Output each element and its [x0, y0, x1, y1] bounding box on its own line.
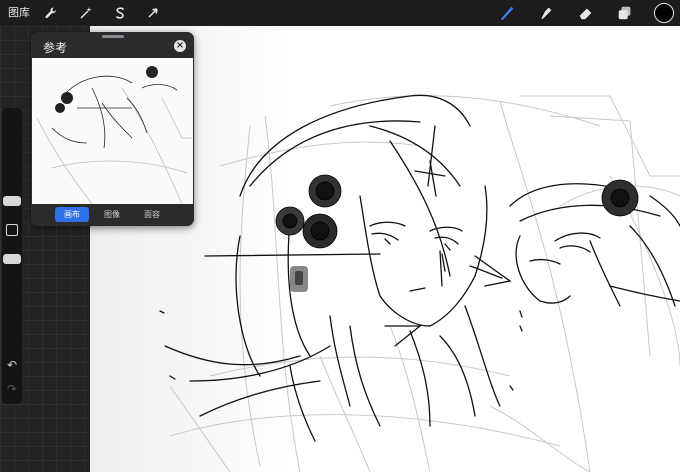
close-icon[interactable]: ×	[174, 40, 186, 52]
tab-face[interactable]: 面容	[135, 207, 169, 222]
gallery-button[interactable]: 图库	[6, 4, 32, 22]
color-swatch[interactable]	[654, 3, 674, 23]
undo-icon[interactable]: ↶	[4, 358, 20, 372]
reference-title: 参考	[43, 41, 68, 55]
tab-canvas[interactable]: 画布	[55, 207, 89, 222]
reference-tabs: 画布 图像 面容	[55, 207, 194, 223]
eraser-icon[interactable]	[575, 3, 597, 23]
brush-icon[interactable]	[496, 3, 518, 23]
brush-size-slider[interactable]	[3, 196, 21, 206]
smudge-icon[interactable]	[535, 3, 557, 23]
reference-thumbnail	[32, 58, 193, 204]
opacity-slider[interactable]	[3, 254, 21, 264]
selection-s-icon[interactable]	[110, 3, 130, 23]
reference-panel[interactable]: 参考 × 画布 图像 面容	[31, 32, 194, 226]
top-toolbar: 图库	[0, 0, 680, 26]
magic-wand-icon[interactable]	[76, 3, 96, 23]
arrow-cursor-icon[interactable]	[143, 3, 163, 23]
drag-handle[interactable]	[102, 35, 124, 38]
square-modify-icon[interactable]	[6, 224, 18, 236]
left-sidebar: ↶ ↷	[2, 108, 22, 404]
redo-icon[interactable]: ↷	[4, 382, 20, 396]
layers-icon[interactable]	[614, 3, 636, 23]
wrench-icon[interactable]	[41, 3, 61, 23]
tab-image[interactable]: 图像	[95, 207, 129, 222]
